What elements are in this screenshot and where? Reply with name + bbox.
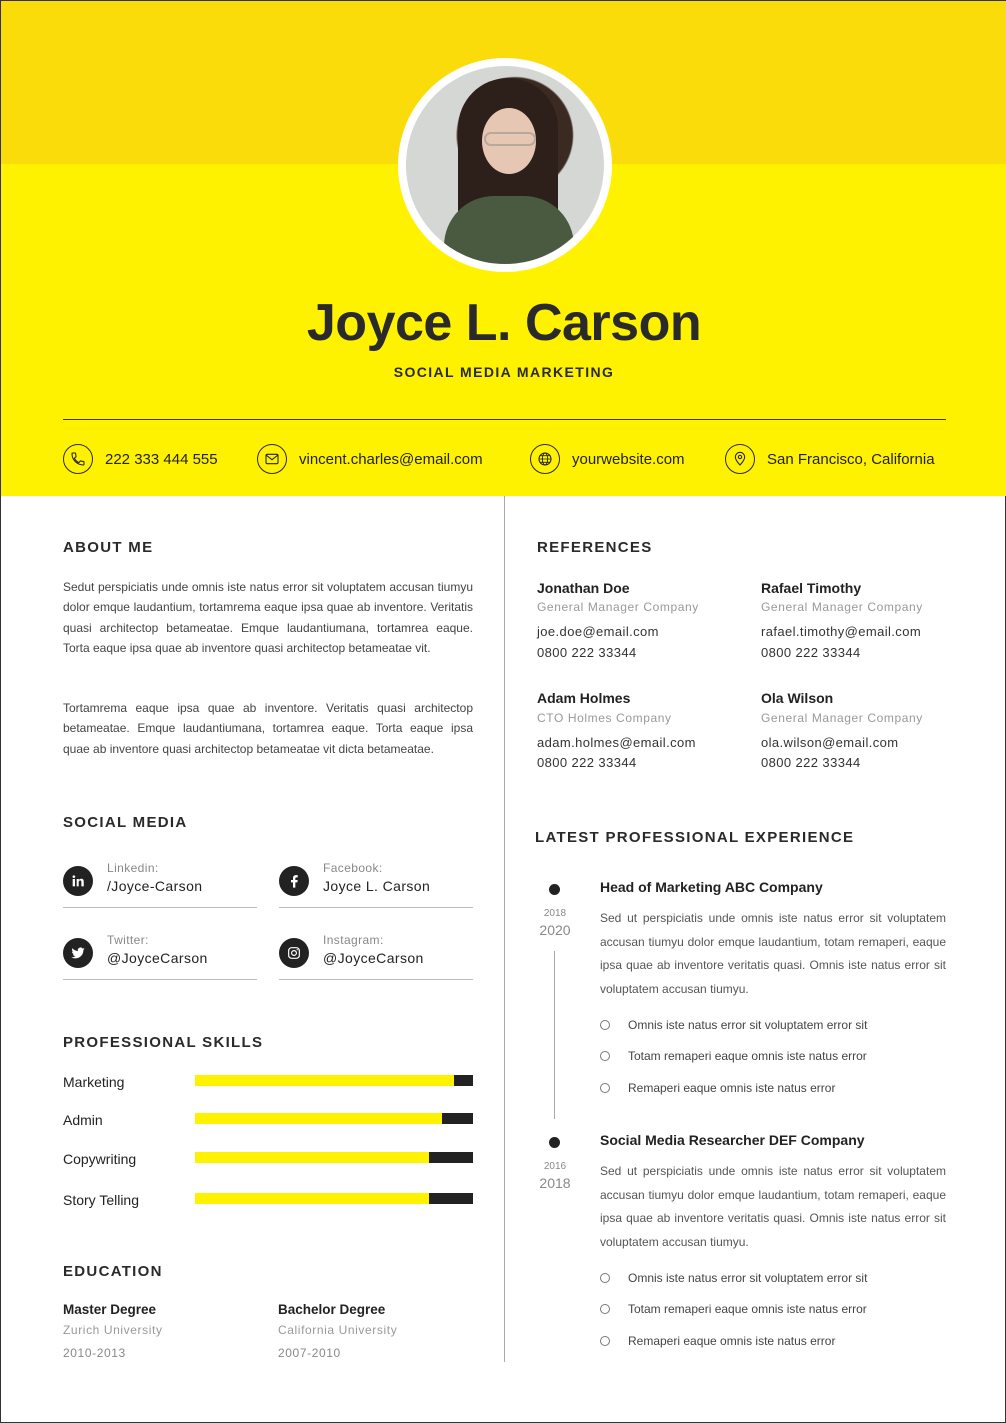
reference-phone: 0800 222 33344 [761, 645, 861, 660]
email-text: vincent.charles@email.com [299, 450, 483, 468]
twitter-icon [63, 938, 93, 968]
skill-bar [195, 1075, 473, 1086]
reference-name: Jonathan Doe [537, 580, 630, 596]
skills-heading: PROFESSIONAL SKILLS [63, 1034, 264, 1051]
person-name: Joyce L. Carson [306, 294, 702, 352]
job-title: Head of Marketing ABC Company [600, 879, 823, 895]
reference-phone: 0800 222 33344 [537, 645, 637, 660]
reference-name: Ola Wilson [761, 690, 834, 706]
social-label: Facebook: [323, 861, 383, 875]
profile-photo [398, 58, 612, 272]
header-divider [63, 419, 946, 420]
reference-email[interactable]: ola.wilson@email.com [761, 735, 899, 750]
skill-label: Admin [63, 1112, 103, 1128]
mail-icon [257, 444, 287, 474]
reference-role: General Manager Company [761, 711, 923, 725]
contact-email[interactable]: vincent.charles@email.com [257, 444, 483, 474]
globe-icon [530, 444, 560, 474]
job-bullet: Remaperi eaque omnis iste natus error [600, 1081, 835, 1095]
social-linkedin[interactable]: Linkedin: /Joyce-Carson [63, 858, 257, 908]
education-heading: EDUCATION [63, 1263, 163, 1280]
social-heading: SOCIAL MEDIA [63, 814, 188, 831]
social-value: @JoyceCarson [107, 950, 208, 966]
reference-name: Rafael Timothy [761, 580, 862, 596]
facebook-icon [279, 866, 309, 896]
reference-email[interactable]: adam.holmes@email.com [537, 735, 696, 750]
bullet-circle-icon [600, 1304, 610, 1314]
bullet-circle-icon [600, 1051, 610, 1061]
social-label: Twitter: [107, 933, 149, 947]
skill-bar [195, 1193, 473, 1204]
about-heading: ABOUT ME [63, 539, 154, 556]
social-twitter[interactable]: Twitter: @JoyceCarson [63, 930, 257, 980]
avatar [406, 66, 604, 264]
website-text: yourwebsite.com [572, 450, 685, 468]
skill-label: Copywriting [63, 1151, 137, 1167]
skill-bar-fill [195, 1152, 429, 1163]
job-bullet: Remaperi eaque omnis iste natus error [600, 1334, 835, 1348]
job-description: Sed ut perspiciatis unde omnis iste natu… [600, 1164, 946, 1249]
timeline-dot [549, 884, 560, 895]
contact-phone[interactable]: 222 333 444 555 [63, 444, 218, 474]
reference-role: General Manager Company [761, 600, 923, 614]
phone-icon [63, 444, 93, 474]
reference-name: Adam Holmes [537, 690, 631, 706]
education-school: California University [278, 1323, 398, 1337]
job-bullet: Omnis iste natus error sit voluptatem er… [600, 1018, 867, 1032]
job-year-start: 2018 [543, 908, 567, 919]
location-icon [725, 444, 755, 474]
about-paragraph-2: Tortamrema eaque ipsa quae ab inventore.… [63, 701, 473, 756]
job-year-end: 2020 [539, 922, 571, 938]
contact-location[interactable]: San Francisco, California [725, 444, 935, 474]
skill-label: Story Telling [63, 1192, 140, 1208]
experience-heading: LATEST PROFESSIONAL EXPERIENCE [535, 829, 855, 846]
reference-role: CTO Holmes Company [537, 711, 672, 725]
bullet-circle-icon [600, 1273, 610, 1283]
about-paragraph-1: Sedut perspiciatis unde omnis iste natus… [63, 580, 473, 655]
linkedin-icon [63, 866, 93, 896]
social-facebook[interactable]: Facebook: Joyce L. Carson [279, 858, 473, 908]
education-degree: Bachelor Degree [278, 1302, 386, 1317]
reference-email[interactable]: joe.doe@email.com [537, 624, 659, 639]
references-heading: REFERENCES [537, 539, 653, 556]
timeline-dot [549, 1137, 560, 1148]
skill-bar [195, 1152, 473, 1163]
timeline-line [554, 951, 555, 1119]
job-title: Social Media Researcher DEF Company [600, 1132, 865, 1148]
skill-bar-fill [195, 1113, 443, 1124]
skill-bar-fill [195, 1193, 429, 1204]
bullet-circle-icon [600, 1083, 610, 1093]
reference-email[interactable]: rafael.timothy@email.com [761, 624, 921, 639]
education-years: 2010-2013 [63, 1346, 126, 1360]
reference-phone: 0800 222 33344 [761, 755, 861, 770]
social-instagram[interactable]: Instagram: @JoyceCarson [279, 930, 473, 980]
social-value: @JoyceCarson [323, 950, 424, 966]
job-year-end: 2018 [539, 1175, 571, 1191]
education-school: Zurich University [63, 1323, 163, 1337]
job-year-start: 2016 [543, 1161, 567, 1172]
location-text: San Francisco, California [767, 450, 935, 468]
reference-role: General Manager Company [537, 600, 699, 614]
job-bullet: Totam remaperi eaque omnis iste natus er… [600, 1049, 867, 1063]
bullet-circle-icon [600, 1336, 610, 1346]
phone-text: 222 333 444 555 [105, 450, 218, 468]
job-bullet: Totam remaperi eaque omnis iste natus er… [600, 1302, 867, 1316]
social-value: /Joyce-Carson [107, 878, 203, 894]
skill-bar-fill [195, 1075, 454, 1086]
contact-website[interactable]: yourwebsite.com [530, 444, 685, 474]
social-label: Instagram: [323, 933, 384, 947]
bullet-circle-icon [600, 1020, 610, 1030]
skill-label: Marketing [63, 1074, 125, 1090]
social-label: Linkedin: [107, 861, 159, 875]
social-value: Joyce L. Carson [323, 878, 431, 894]
instagram-icon [279, 938, 309, 968]
skill-bar [195, 1113, 473, 1124]
column-divider [504, 496, 505, 1362]
education-years: 2007-2010 [278, 1346, 341, 1360]
reference-phone: 0800 222 33344 [537, 755, 637, 770]
job-description: Sed ut perspiciatis unde omnis iste natu… [600, 911, 946, 996]
job-title: SOCIAL MEDIA MARKETING [393, 364, 615, 380]
education-degree: Master Degree [63, 1302, 157, 1317]
job-bullet: Omnis iste natus error sit voluptatem er… [600, 1271, 867, 1285]
